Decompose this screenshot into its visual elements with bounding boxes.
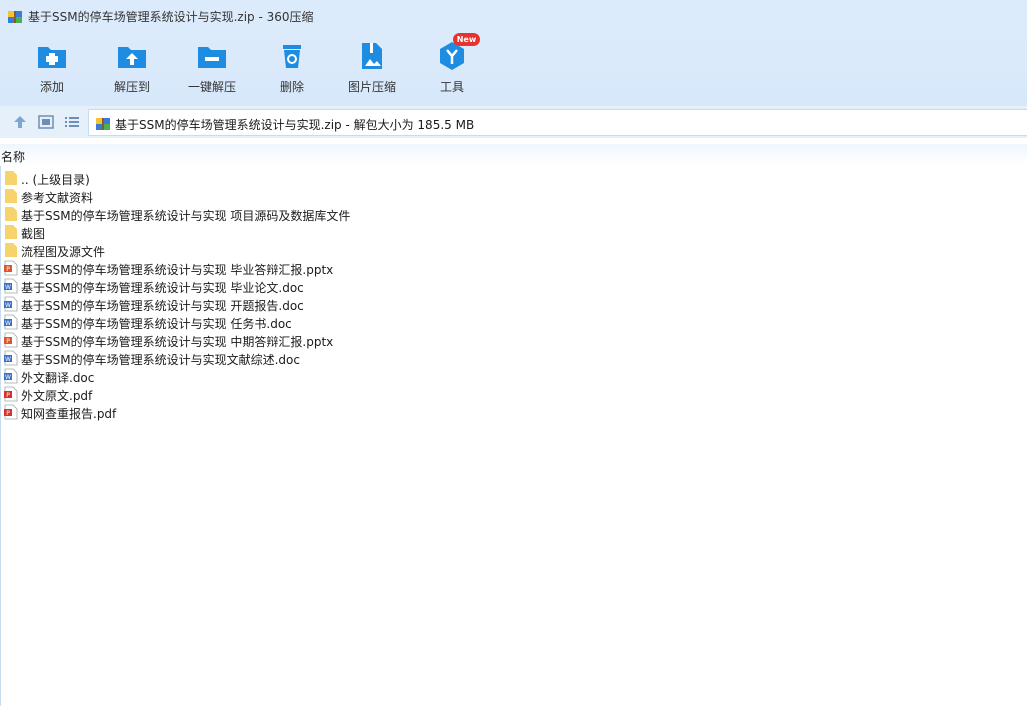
list-item[interactable]: P 外文原文.pdf (0, 385, 1027, 403)
pptx-file-icon: P (4, 332, 18, 348)
image-compress-label: 图片压缩 (347, 80, 396, 94)
column-header-name[interactable]: 名称 (1, 148, 25, 165)
svg-text:W: W (5, 302, 11, 309)
file-name: 外文翻译.doc (21, 371, 95, 385)
file-name: 基于SSM的停车场管理系统设计与实现文献综述.doc (21, 353, 300, 367)
extract-folder-icon (118, 47, 146, 68)
file-name: 外文原文.pdf (21, 389, 93, 403)
svg-text:W: W (5, 356, 11, 363)
svg-text:W: W (5, 284, 11, 291)
file-name: 基于SSM的停车场管理系统设计与实现 中期答辩汇报.pptx (21, 335, 334, 349)
folder-icon (5, 225, 17, 239)
svg-text:P: P (6, 266, 10, 273)
one-click-extract-label: 一键解压 (187, 80, 236, 94)
svg-text:P: P (6, 392, 10, 399)
list-item[interactable]: W 基于SSM的停车场管理系统设计与实现文献综述.doc (0, 349, 1027, 367)
list-item[interactable]: P 知网查重报告.pdf (0, 403, 1027, 421)
file-name: 流程图及源文件 (21, 245, 106, 259)
file-name: 基于SSM的停车场管理系统设计与实现 毕业论文.doc (21, 281, 304, 295)
doc-file-icon: W (4, 314, 18, 330)
file-name: .. (上级目录) (21, 173, 90, 187)
trash-icon (283, 45, 301, 68)
file-name: 基于SSM的停车场管理系统设计与实现 毕业答辩汇报.pptx (21, 263, 334, 277)
tools-label: 工具 (439, 80, 464, 94)
extract-to-label: 解压到 (113, 80, 150, 94)
list-item[interactable]: 参考文献资料 (0, 187, 1027, 205)
file-name: 参考文献资料 (21, 191, 94, 205)
address-bar: 基于SSM的停车场管理系统设计与实现.zip - 解包大小为 185.5 MB (0, 106, 1027, 138)
list-item[interactable]: 截图 (0, 223, 1027, 241)
file-list: .. (上级目录) 参考文献资料 基于SSM的停车场管理系统设计与实现 项目源码… (0, 169, 1027, 421)
list-item[interactable]: P 基于SSM的停车场管理系统设计与实现 毕业答辩汇报.pptx (0, 259, 1027, 277)
doc-file-icon: W (4, 350, 18, 366)
delete-label: 删除 (279, 80, 304, 94)
toolbar: 添加 解压到 一键解压 删除 图片压缩 工具 New (0, 32, 1027, 106)
file-name: 截图 (21, 227, 46, 241)
add-folder-icon (38, 47, 66, 68)
doc-file-icon: W (4, 296, 18, 312)
folder-icon (5, 207, 17, 221)
svg-text:W: W (5, 320, 11, 327)
address-text: 基于SSM的停车场管理系统设计与实现.zip - 解包大小为 185.5 MB (115, 118, 475, 132)
list-item[interactable]: W 外文翻译.doc (0, 367, 1027, 385)
list-view-icon[interactable] (64, 114, 80, 130)
file-name: 基于SSM的停车场管理系统设计与实现 开题报告.doc (21, 299, 304, 313)
add-label: 添加 (39, 80, 64, 94)
svg-text:P: P (6, 338, 10, 345)
title-bar: 基于SSM的停车场管理系统设计与实现.zip - 360压缩 (0, 0, 1027, 32)
pptx-file-icon: P (4, 260, 18, 276)
folder-icon (5, 189, 17, 203)
thumbnail-view-icon[interactable] (38, 114, 54, 130)
pdf-file-icon: P (4, 404, 18, 420)
list-item-parent-directory[interactable]: .. (上级目录) (0, 169, 1027, 187)
folder-icon (5, 171, 17, 185)
file-name: 基于SSM的停车场管理系统设计与实现 任务书.doc (21, 317, 292, 331)
list-header: 名称 (0, 144, 1027, 166)
extract-to-button[interactable]: 解压到 (97, 38, 167, 102)
doc-file-icon: W (4, 368, 18, 384)
doc-file-icon: W (4, 278, 18, 294)
one-click-extract-icon (198, 47, 226, 68)
window-title: 基于SSM的停车场管理系统设计与实现.zip - 360压缩 (28, 10, 314, 24)
new-badge: New (453, 33, 480, 46)
address-field[interactable]: 基于SSM的停车场管理系统设计与实现.zip - 解包大小为 185.5 MB (88, 109, 1027, 136)
zip-archive-icon (8, 11, 22, 23)
delete-button[interactable]: 删除 (257, 38, 327, 102)
image-compress-button[interactable]: 图片压缩 (337, 38, 407, 102)
list-item[interactable]: P 基于SSM的停车场管理系统设计与实现 中期答辩汇报.pptx (0, 331, 1027, 349)
svg-text:W: W (5, 374, 11, 381)
zip-archive-icon (96, 118, 110, 130)
image-compress-icon (362, 43, 382, 69)
list-item[interactable]: 基于SSM的停车场管理系统设计与实现 项目源码及数据库文件 (0, 205, 1027, 223)
list-item[interactable]: W 基于SSM的停车场管理系统设计与实现 毕业论文.doc (0, 277, 1027, 295)
up-arrow-icon[interactable] (12, 114, 28, 130)
list-item[interactable]: W 基于SSM的停车场管理系统设计与实现 开题报告.doc (0, 295, 1027, 313)
list-item[interactable]: 流程图及源文件 (0, 241, 1027, 259)
one-click-extract-button[interactable]: 一键解压 (177, 38, 247, 102)
add-button[interactable]: 添加 (17, 38, 87, 102)
list-item[interactable]: W 基于SSM的停车场管理系统设计与实现 任务书.doc (0, 313, 1027, 331)
svg-text:P: P (6, 410, 10, 417)
file-name: 知网查重报告.pdf (21, 407, 117, 421)
tools-button[interactable]: 工具 (417, 38, 487, 102)
file-name: 基于SSM的停车场管理系统设计与实现 项目源码及数据库文件 (21, 209, 351, 223)
folder-icon (5, 243, 17, 257)
pdf-file-icon: P (4, 386, 18, 402)
